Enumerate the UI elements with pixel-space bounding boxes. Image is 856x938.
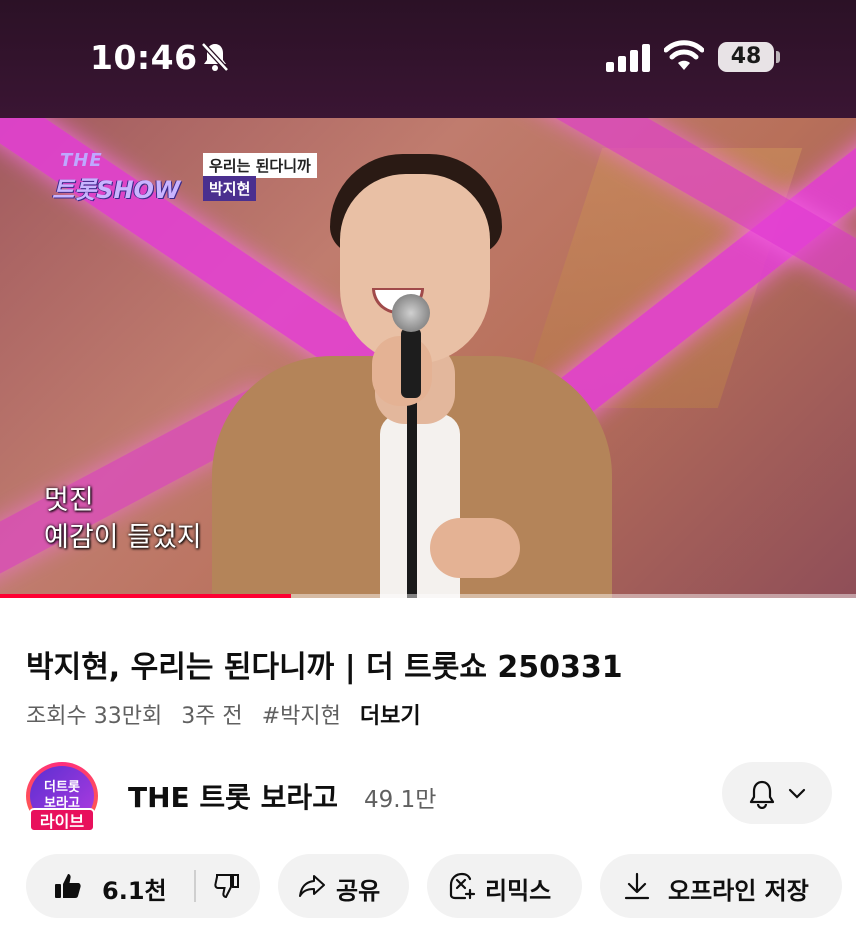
notification-button[interactable]	[722, 762, 832, 824]
chevron-down-icon	[788, 788, 806, 799]
signal-icon	[606, 44, 650, 72]
remix-label: 리믹스	[485, 877, 552, 905]
battery-icon: 48	[718, 42, 774, 72]
remix-button[interactable]: 리믹스	[427, 854, 582, 918]
subscriber-count: 49.1만	[364, 787, 437, 813]
singer-caption: 박지현	[203, 176, 257, 201]
channel-name[interactable]: THE 트롯 보라고	[128, 776, 338, 816]
video-subtitle: 멋진 예감이 들었지	[44, 482, 202, 556]
show-logo-main: 트롯SHOW	[52, 176, 181, 204]
video-player[interactable]: THE 트롯SHOW 우리는 된다니까 박지현 멋진 예감이 들었지	[0, 118, 856, 598]
remix-icon	[449, 872, 476, 900]
video-meta[interactable]: 조회수 33만회 3주 전 #박지현 더보기	[26, 698, 433, 730]
view-count: 조회수 33만회	[26, 704, 163, 729]
show-logo-the: THE	[60, 150, 103, 171]
battery-tip	[776, 51, 780, 63]
like-dislike-group: 6.1천	[26, 854, 260, 918]
avatar-text: 더트롯	[44, 780, 80, 795]
channel-row: 더트롯 보라고 라이브 THE 트롯 보라고 49.1만	[0, 758, 856, 832]
mic-stand	[407, 388, 417, 598]
bell-icon	[749, 780, 775, 809]
subtitle-line: 멋진	[44, 485, 94, 516]
show-logo: THE 트롯SHOW	[52, 148, 200, 204]
live-badge: 라이브	[29, 808, 95, 832]
wifi-icon	[664, 40, 704, 70]
like-count[interactable]: 6.1천	[102, 871, 167, 906]
microphone-head	[392, 294, 430, 332]
share-button[interactable]: 공유	[278, 854, 409, 918]
share-label: 공유	[336, 877, 381, 905]
video-title[interactable]: 박지현, 우리는 된다니까 | 더 트롯쇼 250331	[26, 642, 623, 686]
subtitle-line: 예감이 들었지	[44, 522, 202, 553]
microphone	[401, 328, 421, 398]
hashtag-link[interactable]: #박지현	[262, 704, 341, 729]
status-time: 10:46	[90, 38, 198, 77]
status-bar: 10:46 48	[0, 0, 856, 118]
video-info-sheet: 박지현, 우리는 된다니까 | 더 트롯쇼 250331 조회수 33만회 3주…	[0, 598, 856, 938]
performer-hand	[430, 518, 520, 578]
song-caption: 우리는 된다니까	[203, 153, 317, 178]
like-divider	[194, 870, 196, 902]
bell-off-icon	[201, 42, 229, 72]
download-label: 오프라인 저장	[668, 877, 809, 905]
thumbs-up-icon[interactable]	[54, 872, 82, 900]
share-icon	[299, 875, 325, 897]
upload-age: 3주 전	[181, 704, 243, 729]
thumbs-down-icon[interactable]	[214, 873, 240, 899]
download-icon	[624, 872, 650, 900]
download-button[interactable]: 오프라인 저장	[600, 854, 842, 918]
more-button[interactable]: 더보기	[360, 704, 421, 729]
action-bar: 6.1천 공유 리믹스 오프라인 저장	[0, 854, 856, 920]
